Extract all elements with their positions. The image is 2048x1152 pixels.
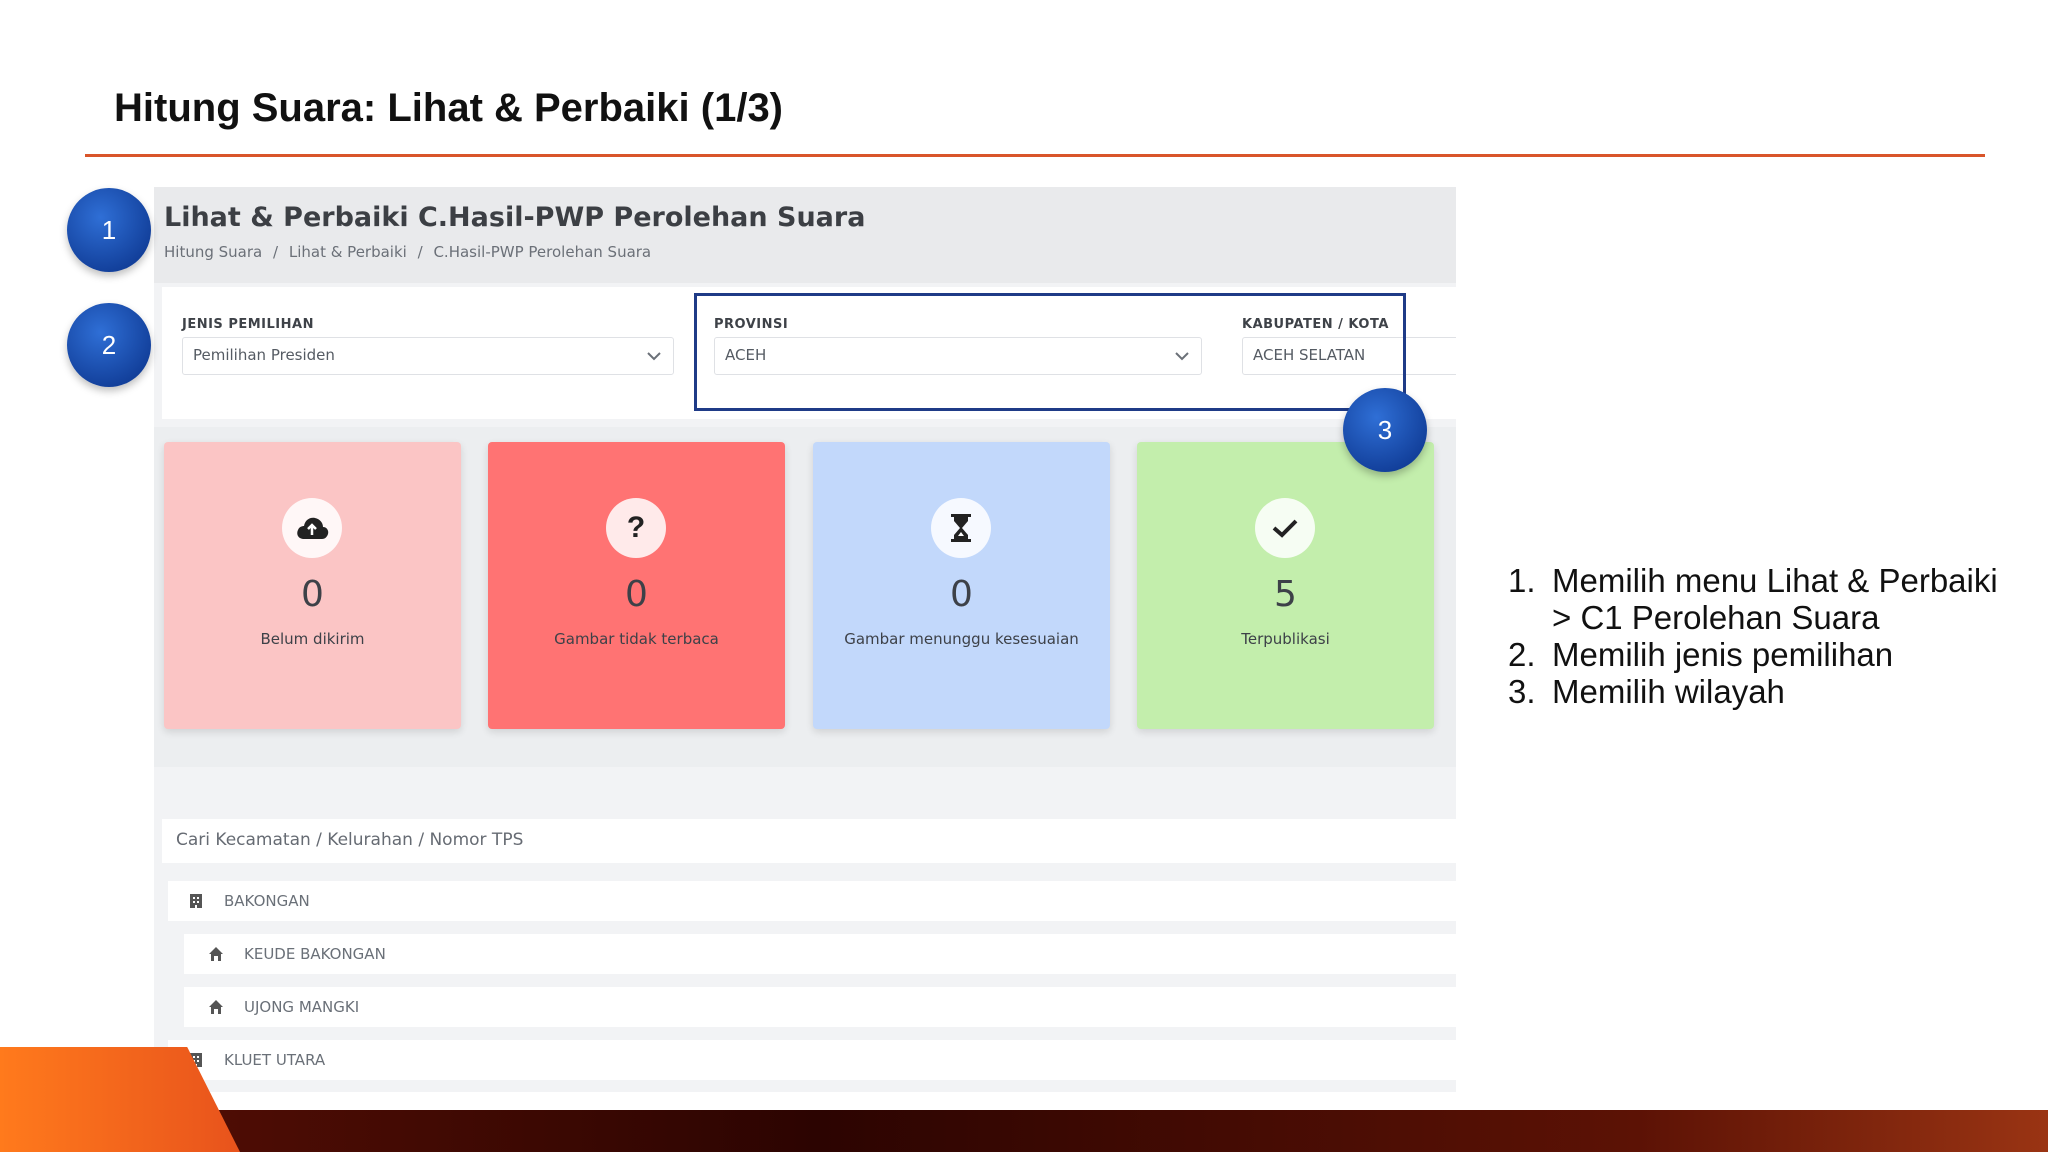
app-screenshot: Lihat & Perbaiki C.Hasil-PWP Perolehan S… (154, 187, 1456, 1092)
stat-value: 0 (625, 574, 648, 615)
breadcrumb-separator: / (417, 243, 423, 261)
instruction-number: 2. (1508, 636, 1536, 673)
breadcrumb-item-current: C.Hasil-PWP Perolehan Suara (433, 243, 652, 261)
footer-bar (0, 1110, 2048, 1152)
stat-card-gambar-tidak-terbaca[interactable]: ? 0 Gambar tidak terbaca (488, 442, 785, 729)
stat-label: Terpublikasi (1241, 630, 1330, 648)
wilayah-highlight (694, 293, 1406, 411)
jenis-pemilihan-label: JENIS PEMILIHAN (182, 317, 314, 332)
slide-title: Hitung Suara: Lihat & Perbaiki (1/3) (114, 86, 784, 130)
list-item-kecamatan[interactable]: KLUET UTARA (168, 1040, 1456, 1080)
location-name: KEUDE BAKONGAN (244, 945, 386, 963)
stat-value: 0 (301, 574, 324, 615)
stat-card-terpublikasi[interactable]: 5 Terpublikasi (1137, 442, 1434, 729)
stat-label: Gambar menunggu kesesuaian (844, 630, 1079, 648)
location-name: KLUET UTARA (224, 1051, 326, 1069)
breadcrumb-separator: / (273, 243, 279, 261)
search-placeholder: Cari Kecamatan / Kelurahan / Nomor TPS (176, 830, 524, 850)
check-icon (1255, 498, 1315, 558)
instruction-item: 3. Memilih wilayah (1508, 673, 1998, 710)
search-input[interactable]: Cari Kecamatan / Kelurahan / Nomor TPS (162, 819, 1456, 863)
breadcrumb: Hitung Suara / Lihat & Perbaiki / C.Hasi… (164, 243, 657, 261)
list-item-kelurahan[interactable]: KEUDE BAKONGAN (184, 934, 1456, 974)
home-icon (209, 947, 223, 961)
page-title: Lihat & Perbaiki C.Hasil-PWP Perolehan S… (164, 202, 866, 233)
instruction-text-continued: > C1 Perolehan Suara (1552, 599, 1880, 636)
stat-value: 5 (1274, 574, 1297, 615)
title-divider (85, 154, 1985, 157)
step-badge-1: 1 (67, 188, 151, 272)
instruction-text: Memilih jenis pemilihan (1552, 636, 1894, 673)
instruction-number: 1. (1508, 562, 1536, 599)
hourglass-icon (931, 498, 991, 558)
instruction-list: 1. Memilih menu Lihat & Perbaiki > C1 Pe… (1508, 562, 1998, 710)
page-header: Lihat & Perbaiki C.Hasil-PWP Perolehan S… (154, 187, 1456, 283)
stat-card-gambar-menunggu-kesesuaian[interactable]: 0 Gambar menunggu kesesuaian (813, 442, 1110, 729)
stats-section: 0 Belum dikirim ? 0 Gambar tidak terbaca… (154, 427, 1456, 767)
instruction-item: 2. Memilih jenis pemilihan (1508, 636, 1998, 673)
stat-label: Belum dikirim (260, 630, 365, 648)
jenis-pemilihan-select[interactable]: Pemilihan Presiden (182, 337, 674, 375)
location-name: UJONG MANGKI (244, 998, 360, 1016)
instruction-item: 1. Memilih menu Lihat & Perbaiki > C1 Pe… (1508, 562, 1998, 636)
instruction-number: 3. (1508, 673, 1536, 710)
stat-label: Gambar tidak terbaca (554, 630, 719, 648)
chevron-down-icon (647, 352, 661, 361)
list-item-kelurahan[interactable]: UJONG MANGKI (184, 987, 1456, 1027)
stat-value: 0 (950, 574, 973, 615)
list-item-kecamatan[interactable]: BAKONGAN (168, 881, 1456, 921)
step-badge-2: 2 (67, 303, 151, 387)
home-icon (209, 1000, 223, 1014)
step-badge-3: 3 (1343, 388, 1427, 472)
breadcrumb-item-lihat-perbaiki[interactable]: Lihat & Perbaiki (289, 243, 407, 261)
instruction-text: Memilih wilayah (1552, 673, 1785, 710)
location-name: BAKONGAN (224, 892, 310, 910)
question-icon: ? (606, 498, 666, 558)
breadcrumb-item-hitung-suara[interactable]: Hitung Suara (164, 243, 262, 261)
instruction-text: Memilih menu Lihat & Perbaiki (1552, 562, 1998, 599)
jenis-pemilihan-value: Pemilihan Presiden (193, 346, 335, 364)
building-icon (190, 894, 202, 908)
stat-card-belum-dikirim[interactable]: 0 Belum dikirim (164, 442, 461, 729)
cloud-upload-icon (282, 498, 342, 558)
